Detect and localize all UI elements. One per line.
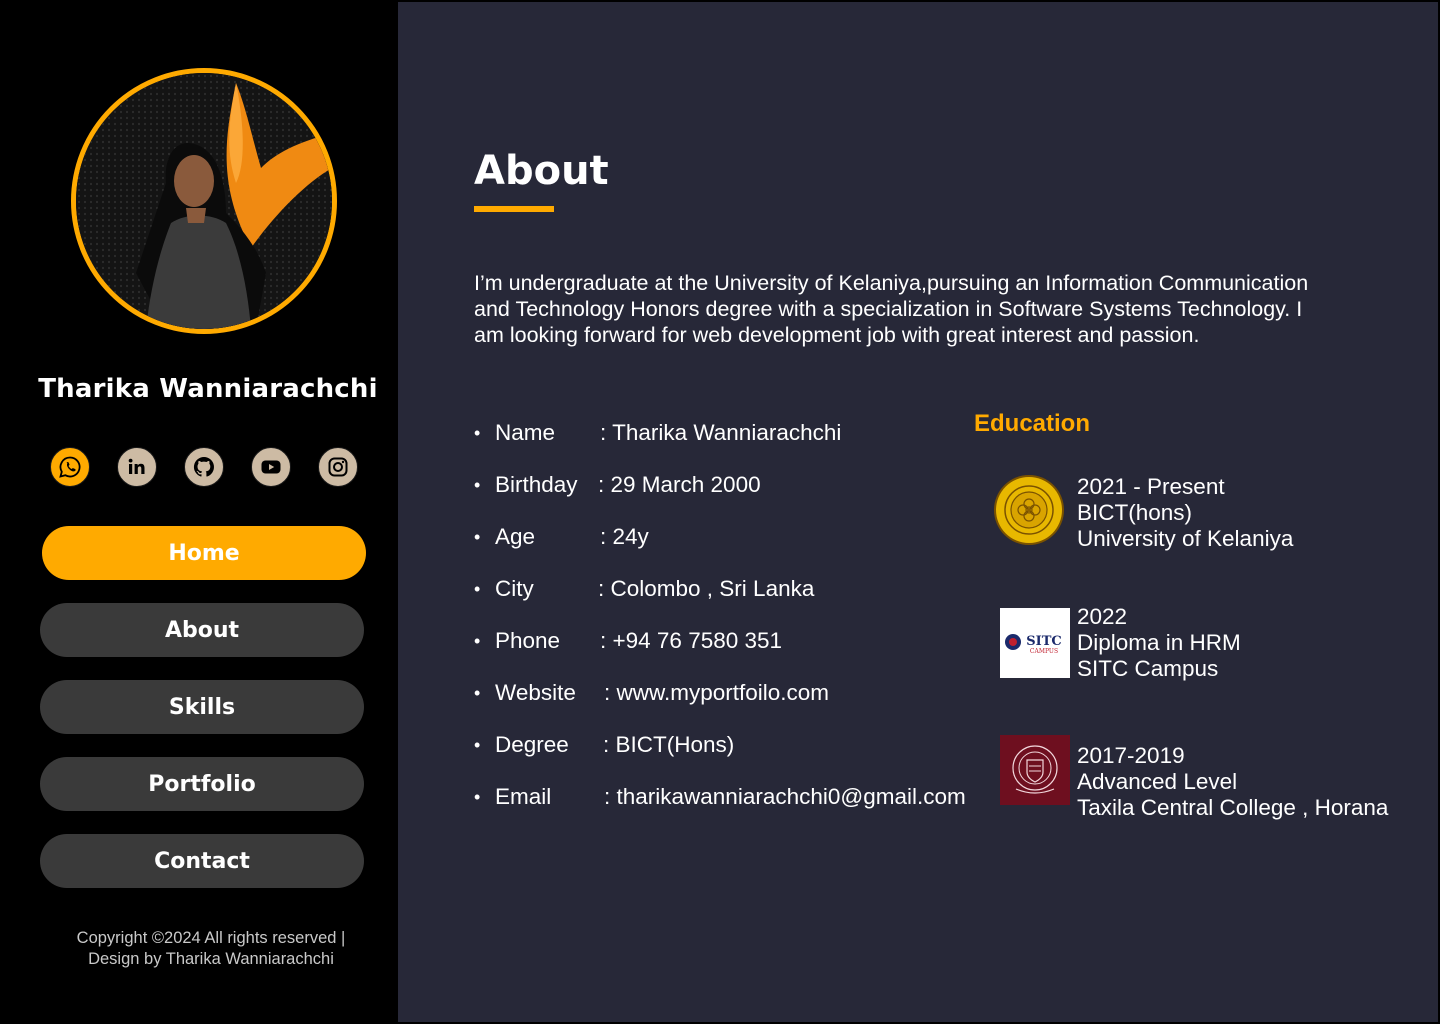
education-qualification: Advanced Level (1077, 769, 1238, 794)
info-value: : +94 76 7580 351 (600, 628, 783, 653)
info-label: City (495, 576, 534, 601)
design-credit: Design by Tharika Wanniarachchi (88, 950, 334, 968)
linkedin-link[interactable] (117, 447, 157, 487)
bullet: • (474, 683, 481, 703)
profile-name: Tharika Wanniarachchi (38, 374, 378, 404)
nav-portfolio-button[interactable]: Portfolio (40, 757, 364, 811)
nav-home-button[interactable]: Home (42, 526, 366, 580)
sidebar: Tharika Wanniarachchi Home About Skills … (2, 2, 398, 1022)
copyright-line: Copyright ©2024 All rights reserved | (76, 929, 346, 947)
education-period: 2017-2019 (1077, 743, 1185, 768)
whatsapp-icon (59, 456, 81, 478)
about-paragraph: I’m undergraduate at the University of K… (474, 270, 1384, 348)
education-institution: SITC Campus (1077, 656, 1219, 681)
info-value: : 24y (600, 524, 649, 549)
sitc-campus-logo: SITC CAMPUS (1000, 608, 1070, 678)
github-link[interactable] (184, 447, 224, 487)
nav-about-button[interactable]: About (40, 603, 364, 657)
education-qualification: Diploma in HRM (1077, 630, 1241, 655)
taxila-central-college-logo (1000, 735, 1070, 805)
nav-skills-button[interactable]: Skills (40, 680, 364, 734)
info-value: : 29 March 2000 (598, 472, 761, 497)
social-links (50, 447, 364, 487)
info-value: : BICT(Hons) (603, 732, 735, 757)
youtube-icon (261, 460, 281, 474)
education-period: 2022 (1077, 604, 1128, 629)
profile-photo (76, 73, 332, 329)
info-label: Age (495, 524, 536, 549)
main-content: About I’m undergraduate at the Universit… (398, 2, 1438, 1022)
about-paragraph-line: I’m undergraduate at the University of K… (474, 271, 1309, 295)
info-label: Degree (495, 732, 569, 757)
info-label: Birthday (495, 472, 578, 497)
page-title: About (474, 148, 609, 194)
sitc-logo-subtext: CAMPUS (1030, 648, 1058, 655)
copyright: Copyright ©2024 All rights reserved | De… (2, 928, 420, 970)
info-label: Name (495, 420, 556, 445)
education-qualification: BICT(hons) (1077, 500, 1193, 525)
sitc-logo-text: SITC (1026, 634, 1062, 649)
instagram-link[interactable] (318, 447, 358, 487)
linkedin-icon (128, 458, 145, 474)
bullet: • (474, 579, 481, 599)
bullet: • (474, 631, 481, 651)
bullet: • (474, 475, 481, 495)
info-label: Website (495, 680, 576, 705)
info-label: Email (495, 784, 552, 809)
whatsapp-link[interactable] (50, 447, 90, 487)
info-label: Phone (495, 628, 561, 653)
title-underline (474, 206, 554, 212)
website-link[interactable]: : www.myportfoilo.com (604, 678, 829, 708)
about-paragraph-line: and Technology Honors degree with a spec… (474, 297, 1303, 321)
education-period: 2021 - Present (1077, 474, 1225, 499)
email-link[interactable]: : tharikawanniarachchi0@gmail.com (604, 782, 966, 812)
bullet: • (474, 527, 481, 547)
bullet: • (474, 735, 481, 755)
education-details: 2021 - Present BICT(hons) University of … (1077, 474, 1293, 552)
education-heading: Education (974, 410, 1091, 437)
info-value: : Colombo , Sri Lanka (598, 576, 815, 601)
info-value: : Tharika Wanniarachchi (600, 420, 842, 445)
youtube-link[interactable] (251, 447, 291, 487)
university-of-kelaniya-logo (994, 475, 1064, 545)
about-paragraph-line: am looking forward for web development j… (474, 323, 1200, 347)
instagram-icon (328, 457, 348, 477)
education-details: 2017-2019 Advanced Level Taxila Central … (1077, 743, 1388, 821)
education-institution: Taxila Central College , Horana (1077, 795, 1389, 820)
bullet: • (474, 787, 481, 807)
avatar (71, 68, 337, 334)
education-institution: University of Kelaniya (1077, 526, 1294, 551)
nav-contact-button[interactable]: Contact (40, 834, 364, 888)
github-icon (193, 456, 214, 477)
education-details: 2022 Diploma in HRM SITC Campus (1077, 604, 1241, 682)
bullet: • (474, 423, 481, 443)
